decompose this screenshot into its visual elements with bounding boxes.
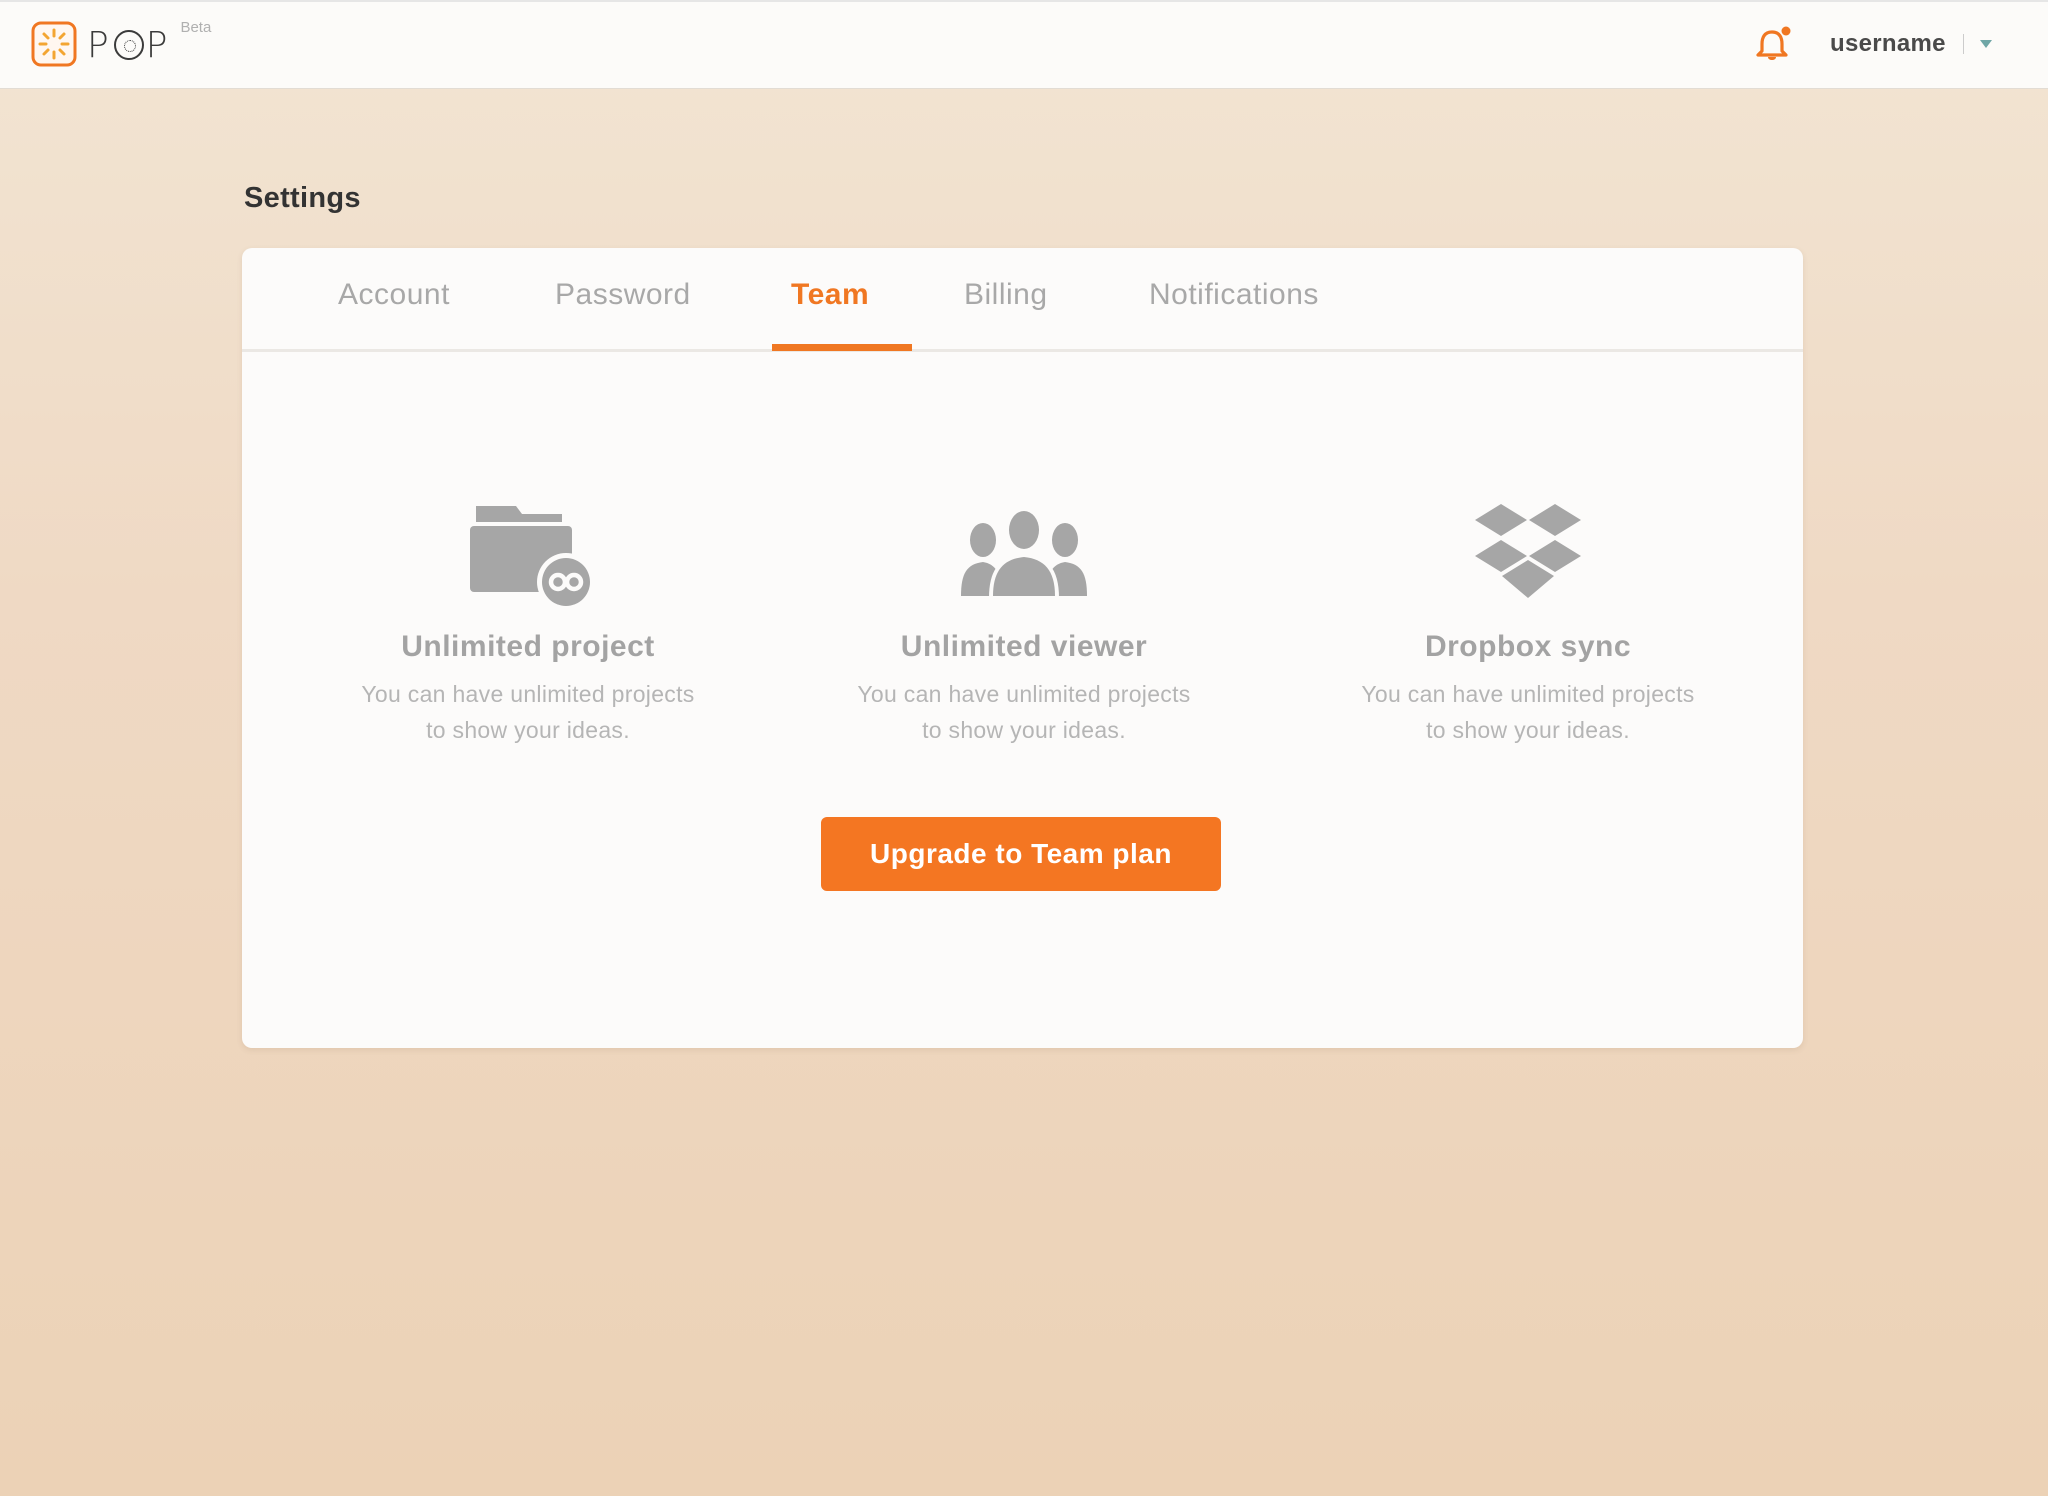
settings-card: Account Password Team Billing Notificati…	[242, 248, 1803, 1048]
users-group-icon	[961, 508, 1087, 598]
feature-unlimited-project: Unlimited project You can have unlimited…	[318, 498, 738, 748]
feature-description-line: You can have unlimited projects	[1361, 681, 1695, 707]
beta-label: Beta	[180, 19, 212, 36]
feature-description: You can have unlimited projects to show …	[318, 676, 738, 748]
feature-description: You can have unlimited projects to show …	[1318, 676, 1738, 748]
feature-title: Unlimited viewer	[900, 630, 1148, 663]
logo-o-icon	[113, 30, 144, 60]
top-bar: PP Beta username	[0, 0, 2048, 89]
active-tab-indicator	[772, 344, 912, 351]
tab-notifications[interactable]: Notifications	[1149, 278, 1319, 312]
logo-letter: P	[145, 24, 171, 66]
tab-billing[interactable]: Billing	[964, 278, 1048, 312]
feature-title: Unlimited project	[401, 630, 655, 663]
logo-letter: P	[87, 24, 112, 66]
feature-description: You can have unlimited projects to show …	[814, 676, 1234, 748]
tab-team[interactable]: Team	[791, 278, 869, 312]
pop-logo-icon	[31, 21, 77, 67]
feature-description-line: to show your ideas.	[922, 717, 1126, 743]
feature-description-line: You can have unlimited projects	[857, 681, 1191, 707]
feature-description-line: to show your ideas.	[426, 717, 630, 743]
tab-account[interactable]: Account	[338, 278, 450, 312]
page-title: Settings	[244, 182, 361, 214]
feature-description-line: to show your ideas.	[1426, 717, 1630, 743]
tab-password[interactable]: Password	[555, 278, 691, 312]
feature-unlimited-viewer: Unlimited viewer You can have unlimited …	[814, 498, 1234, 748]
feature-description-line: You can have unlimited projects	[361, 681, 695, 707]
folder-infinity-icon	[470, 506, 595, 608]
logo[interactable]: PP Beta	[31, 19, 212, 67]
upgrade-team-plan-button[interactable]: Upgrade to Team plan	[821, 817, 1221, 891]
user-menu-divider	[1963, 34, 1964, 54]
chevron-down-icon[interactable]	[1980, 40, 1992, 48]
logo-wordmark: PP	[87, 24, 171, 66]
feature-dropbox-sync: Dropbox sync You can have unlimited proj…	[1318, 498, 1738, 748]
dropbox-icon	[1475, 504, 1581, 598]
bell-icon[interactable]	[1755, 26, 1791, 64]
settings-tabs: Account Password Team Billing Notificati…	[242, 248, 1803, 352]
feature-title: Dropbox sync	[1424, 630, 1632, 663]
username-label[interactable]: username	[1830, 30, 1946, 58]
